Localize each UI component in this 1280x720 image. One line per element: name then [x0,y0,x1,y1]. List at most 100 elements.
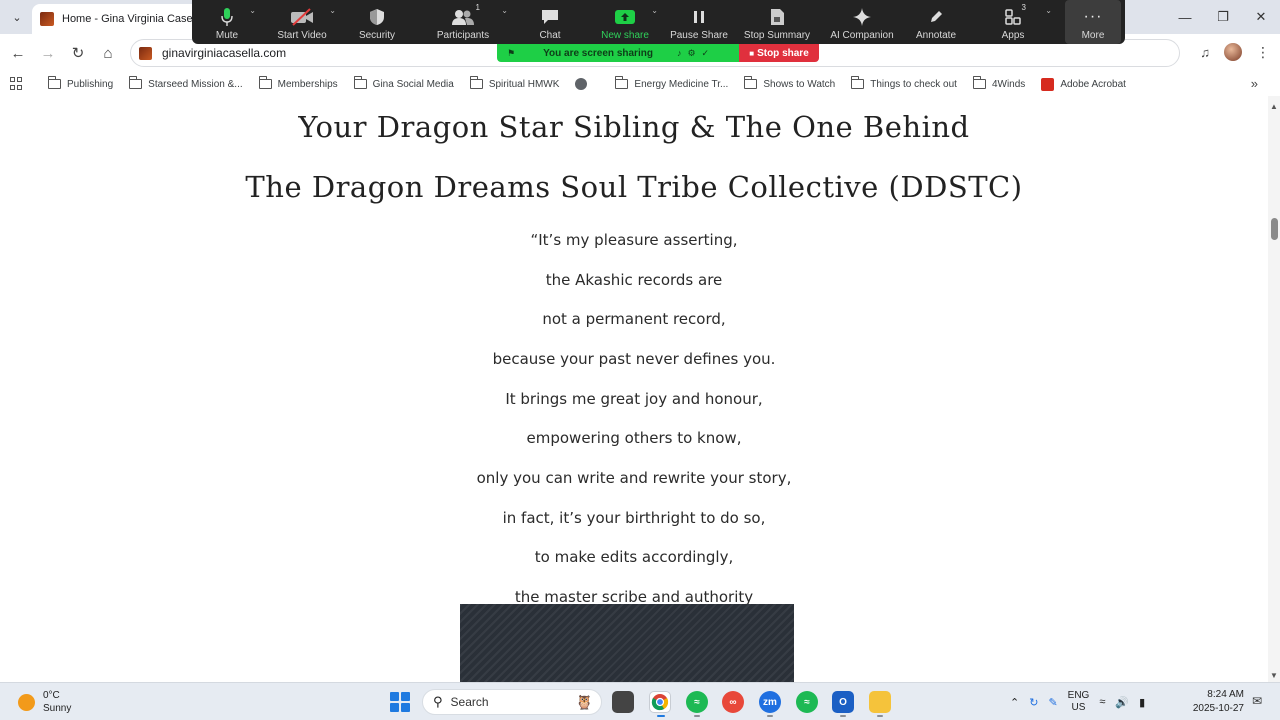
folder-icon [48,76,61,89]
bookmark-shows-to-watch[interactable]: Shows to Watch [744,76,835,90]
security-button[interactable]: Security [342,0,412,44]
browser-tab-active[interactable]: Home - Gina Virginia Casella [32,4,202,34]
shield-icon [369,6,385,28]
folder-icon [129,76,143,89]
pen-menu-icon[interactable]: ✎ [1048,696,1057,709]
chevron-up-icon[interactable]: ⌃ [1010,696,1019,709]
chevron-down-icon[interactable]: ⌄ [329,6,336,15]
task-view-icon[interactable] [612,691,634,713]
folder-icon [972,76,986,89]
bookmark-things-to-check-out[interactable]: Things to check out [851,76,957,90]
chat-button[interactable]: Chat [514,0,586,44]
chat-icon [540,6,560,28]
language-indicator[interactable]: ENG US [1068,690,1090,714]
profile-avatar[interactable] [1224,43,1242,61]
page-scrollbar[interactable]: ▲ ▼ [1268,96,1280,682]
close-icon[interactable]: ✕ [1242,0,1280,34]
more-button[interactable]: ··· More [1065,0,1121,44]
creative-cloud-icon[interactable]: ∞ [722,691,744,713]
acrobat-icon [1041,77,1055,91]
clock[interactable]: 8:24 AM 2025-10-27 [1192,688,1244,716]
bookmark-spiritual-hmwk[interactable]: Spiritual HMWK [469,76,559,90]
bookmark-starseed-mission[interactable]: Starseed Mission &... [129,76,243,90]
scroll-up-icon[interactable]: ▲ [1270,102,1278,111]
participants-button[interactable]: 1 ⌄ Participants [412,0,514,44]
site-info-icon[interactable] [139,46,152,60]
more-dots-icon: ··· [1083,8,1103,25]
running-app-indicator [877,715,883,717]
bookmark-gina-social-media[interactable]: Gina Social Media [353,76,454,90]
forward-icon[interactable]: → [38,43,58,63]
search-highlight-owl-icon: 🦉 [575,693,593,710]
page-heading-line-2: The Dragon Dreams Soul Tribe Collective … [245,170,1023,204]
clock-date: 2025-10-27 [1192,703,1244,714]
chevron-down-icon[interactable]: ⌄ [501,6,508,15]
bookmarks-overflow-icon[interactable]: » [1251,76,1258,91]
video-off-icon [290,6,314,28]
back-icon[interactable]: ← [8,43,28,63]
spotify-icon[interactable]: ≈ [686,691,708,713]
temperature: 0°C [43,690,60,701]
tab-search-chevron-icon[interactable]: ⌄ [6,6,28,28]
scroll-down-icon[interactable]: ▼ [1270,671,1278,680]
chrome-icon[interactable] [649,691,671,713]
bookmark-4winds[interactable]: 4Winds [972,76,1025,90]
wifi-icon[interactable]: ≈ [1099,696,1105,708]
chevron-down-icon[interactable]: ⌄ [1045,6,1052,15]
bookmark-memberships[interactable]: Memberships [258,76,338,90]
bookmark-adobe-acrobat[interactable]: Adobe Acrobat [1041,77,1126,91]
scrollbar-thumb[interactable] [1271,218,1278,240]
pause-icon [692,6,706,28]
chevron-down-icon[interactable]: ⌄ [249,6,256,15]
volume-icon[interactable]: 🔊 [1115,696,1129,709]
apps-button[interactable]: 3 ⌄ Apps [968,0,1058,44]
stop-summary-button[interactable]: Stop Summary [734,0,820,44]
windows-start-icon[interactable] [390,692,410,712]
bookmark-globe[interactable] [575,78,599,90]
minimize-icon[interactable]: — [1166,0,1204,34]
sharing-pin-icon[interactable]: ⚑ [507,48,515,59]
video-overlay-panel[interactable] [460,604,794,682]
quote-line: only you can write and rewrite your stor… [476,469,792,487]
pause-share-button[interactable]: Pause Share [664,0,734,44]
file-explorer-icon[interactable] [869,691,891,713]
settings-icon[interactable]: ⚙ [687,48,695,59]
participants-count: 1 [475,3,480,12]
quote-line: in fact, it’s your birthright to do so, [502,509,766,527]
bookmark-energy-medicine[interactable]: Energy Medicine Tr... [615,76,728,90]
taskbar-search[interactable]: ⚲ Search 🦉 [422,689,602,715]
kebab-menu-icon[interactable]: ⋮ [1256,44,1270,61]
restore-icon[interactable]: ❐ [1204,0,1242,34]
folder-icon [615,76,629,89]
zoom-app-icon[interactable]: zm [759,691,781,713]
screen-sharing-banner: ⚑ You are screen sharing ♪ ⚙ ✓ ■ Stop sh… [497,44,819,62]
quote-line: to make edits accordingly, [534,548,734,566]
weather-widget[interactable]: 0°C Sunny [18,689,71,715]
outlook-icon[interactable]: O [832,691,854,713]
chevron-down-icon[interactable]: ⌄ [651,6,658,15]
start-video-button[interactable]: ⌄ Start Video [262,0,342,44]
system-tray: ⌃ ↻ ✎ ENG US ≈ 🔊 ▮ [1010,683,1145,720]
shield-check-icon[interactable]: ✓ [702,48,710,59]
reload-icon[interactable]: ↻ [68,43,88,63]
quote-line: It brings me great joy and honour, [505,390,763,408]
home-icon[interactable]: ⌂ [98,43,118,63]
sync-icon[interactable]: ↻ [1029,696,1038,709]
ai-companion-button[interactable]: AI Companion [820,0,904,44]
apps-count: 3 [1021,3,1026,12]
weather-condition: Sunny [43,703,72,714]
bookmark-publishing[interactable]: Publishing [48,76,113,90]
stop-share-button[interactable]: ■ Stop share [739,44,819,62]
notification-icon[interactable]: ✉ [1252,694,1262,708]
zoom-share-toolbar: ⌄ Mute ⌄ Start Video Security 1 ⌄ Partic… [192,0,1125,44]
new-share-button[interactable]: ⌄ New share [586,0,664,44]
mute-button[interactable]: ⌄ Mute [192,0,262,44]
annotate-button[interactable]: Annotate [904,0,968,44]
summary-document-icon [769,6,785,28]
media-control-icon[interactable]: ♫ [1200,45,1210,60]
audio-icon[interactable]: ♪ [677,48,682,58]
apps-grid-icon[interactable] [10,77,24,91]
spotify-icon[interactable]: ≈ [796,691,818,713]
sparkle-icon [852,6,872,28]
battery-icon[interactable]: ▮ [1139,696,1145,709]
